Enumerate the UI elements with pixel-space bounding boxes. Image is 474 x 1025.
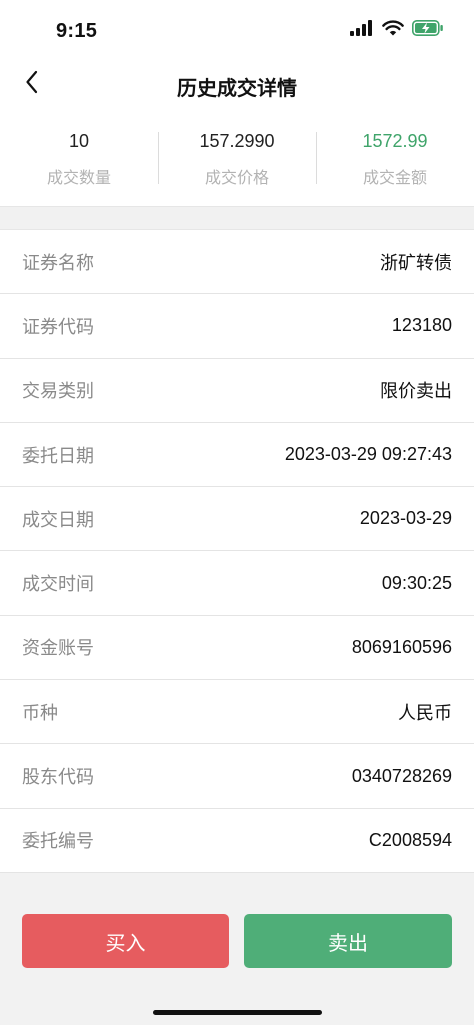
- battery-charging-icon: [412, 19, 444, 41]
- action-bar: 买入 卖出: [0, 873, 474, 1025]
- summary-amount-label: 成交金额: [362, 170, 427, 187]
- detail-label: 成交日期: [22, 509, 94, 530]
- detail-value: 2023-03-29: [359, 508, 452, 529]
- detail-value: 123180: [391, 315, 452, 336]
- summary-amount-value: 1572.99: [362, 131, 428, 151]
- section-divider: [0, 206, 474, 230]
- detail-row-order-number: 委托编号 C2008594: [0, 809, 474, 873]
- summary-quantity-value: 10: [68, 131, 90, 151]
- sell-button[interactable]: 卖出: [244, 914, 452, 968]
- detail-row-deal-time: 成交时间 09:30:25: [0, 551, 474, 616]
- summary-quantity: 10 成交数量: [0, 118, 158, 198]
- detail-value: 8069160596: [351, 636, 452, 657]
- detail-row-security-name: 证券名称 浙矿转债: [0, 230, 474, 295]
- summary-price-value: 157.2990: [199, 131, 275, 151]
- detail-value: 限价卖出: [380, 381, 452, 402]
- signal-icon: [350, 19, 374, 41]
- detail-value: C2008594: [368, 829, 452, 850]
- detail-value: 09:30:25: [381, 572, 452, 593]
- detail-row-order-date: 委托日期 2023-03-29 09:27:43: [0, 423, 474, 488]
- detail-row-currency: 币种 人民币: [0, 680, 474, 745]
- detail-value: 0340728269: [351, 765, 452, 786]
- detail-label: 委托日期: [22, 445, 94, 466]
- detail-label: 股东代码: [22, 767, 94, 788]
- nav-bar: 历史成交详情: [0, 60, 474, 110]
- summary-amount: 1572.99 成交金额: [316, 118, 474, 198]
- detail-row-trade-type: 交易类别 限价卖出: [0, 359, 474, 423]
- detail-row-security-code: 证券代码 123180: [0, 294, 474, 359]
- detail-label: 证券代码: [22, 316, 94, 337]
- detail-label: 币种: [22, 702, 58, 723]
- status-time: 9:15: [56, 20, 98, 42]
- summary-price: 157.2990 成交价格: [158, 118, 316, 198]
- detail-label: 交易类别: [22, 381, 94, 402]
- status-icons: [350, 19, 444, 41]
- summary-quantity-label: 成交数量: [46, 170, 111, 187]
- detail-list: 证券名称 浙矿转债 证券代码 123180 交易类别 限价卖出 委托日期 202…: [0, 230, 474, 873]
- detail-value: 浙矿转债: [380, 252, 452, 273]
- detail-value: 2023-03-29 09:27:43: [284, 444, 452, 465]
- wifi-icon: [382, 19, 404, 41]
- detail-label: 资金账号: [22, 638, 94, 659]
- trade-summary: 10 成交数量 157.2990 成交价格 1572.99 成交金额: [0, 118, 474, 198]
- detail-label: 证券名称: [22, 252, 94, 273]
- page-title: 历史成交详情: [177, 78, 297, 100]
- buy-button[interactable]: 买入: [22, 914, 229, 968]
- detail-value: 人民币: [398, 702, 452, 723]
- home-indicator[interactable]: [153, 1010, 322, 1015]
- detail-row-fund-account: 资金账号 8069160596: [0, 616, 474, 681]
- status-bar: 9:15: [0, 0, 474, 60]
- summary-price-label: 成交价格: [204, 170, 269, 187]
- detail-row-deal-date: 成交日期 2023-03-29: [0, 487, 474, 552]
- detail-row-shareholder-code: 股东代码 0340728269: [0, 744, 474, 809]
- detail-label: 成交时间: [22, 574, 94, 595]
- detail-label: 委托编号: [22, 831, 94, 852]
